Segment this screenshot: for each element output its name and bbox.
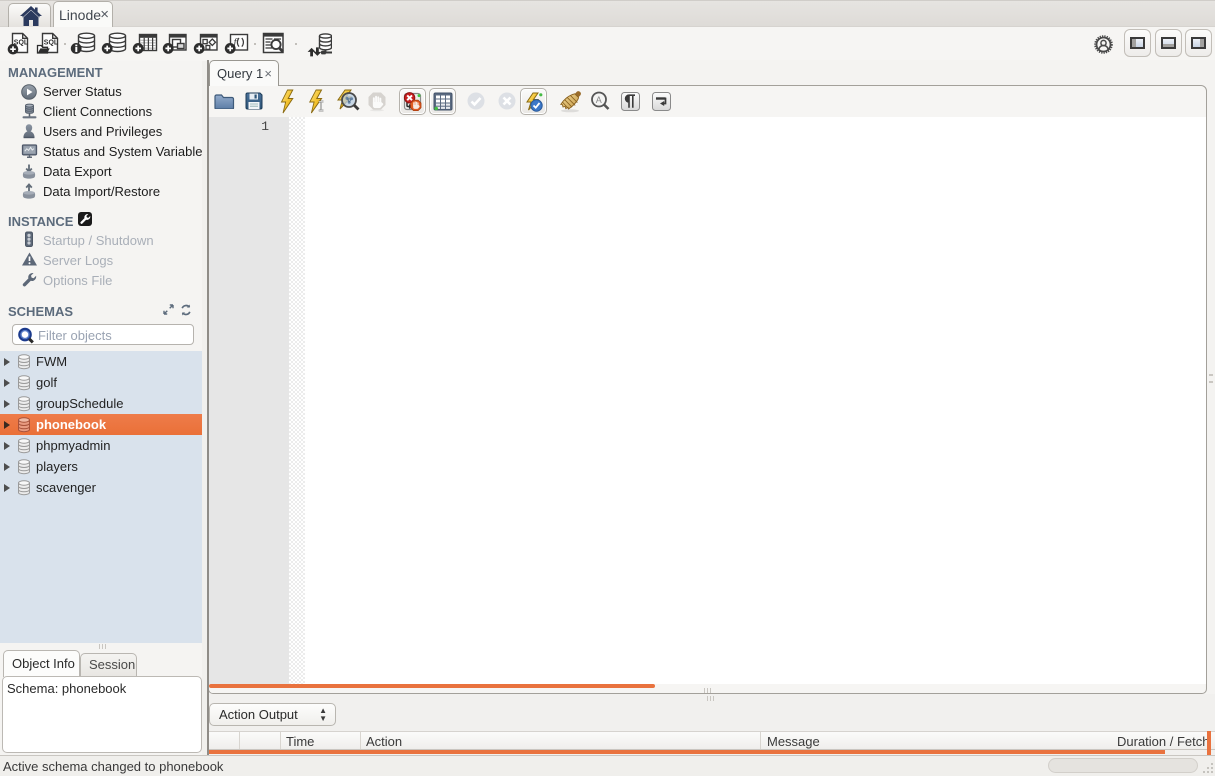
svg-text:A: A: [596, 95, 602, 105]
svg-text:SQL: SQL: [44, 39, 59, 46]
